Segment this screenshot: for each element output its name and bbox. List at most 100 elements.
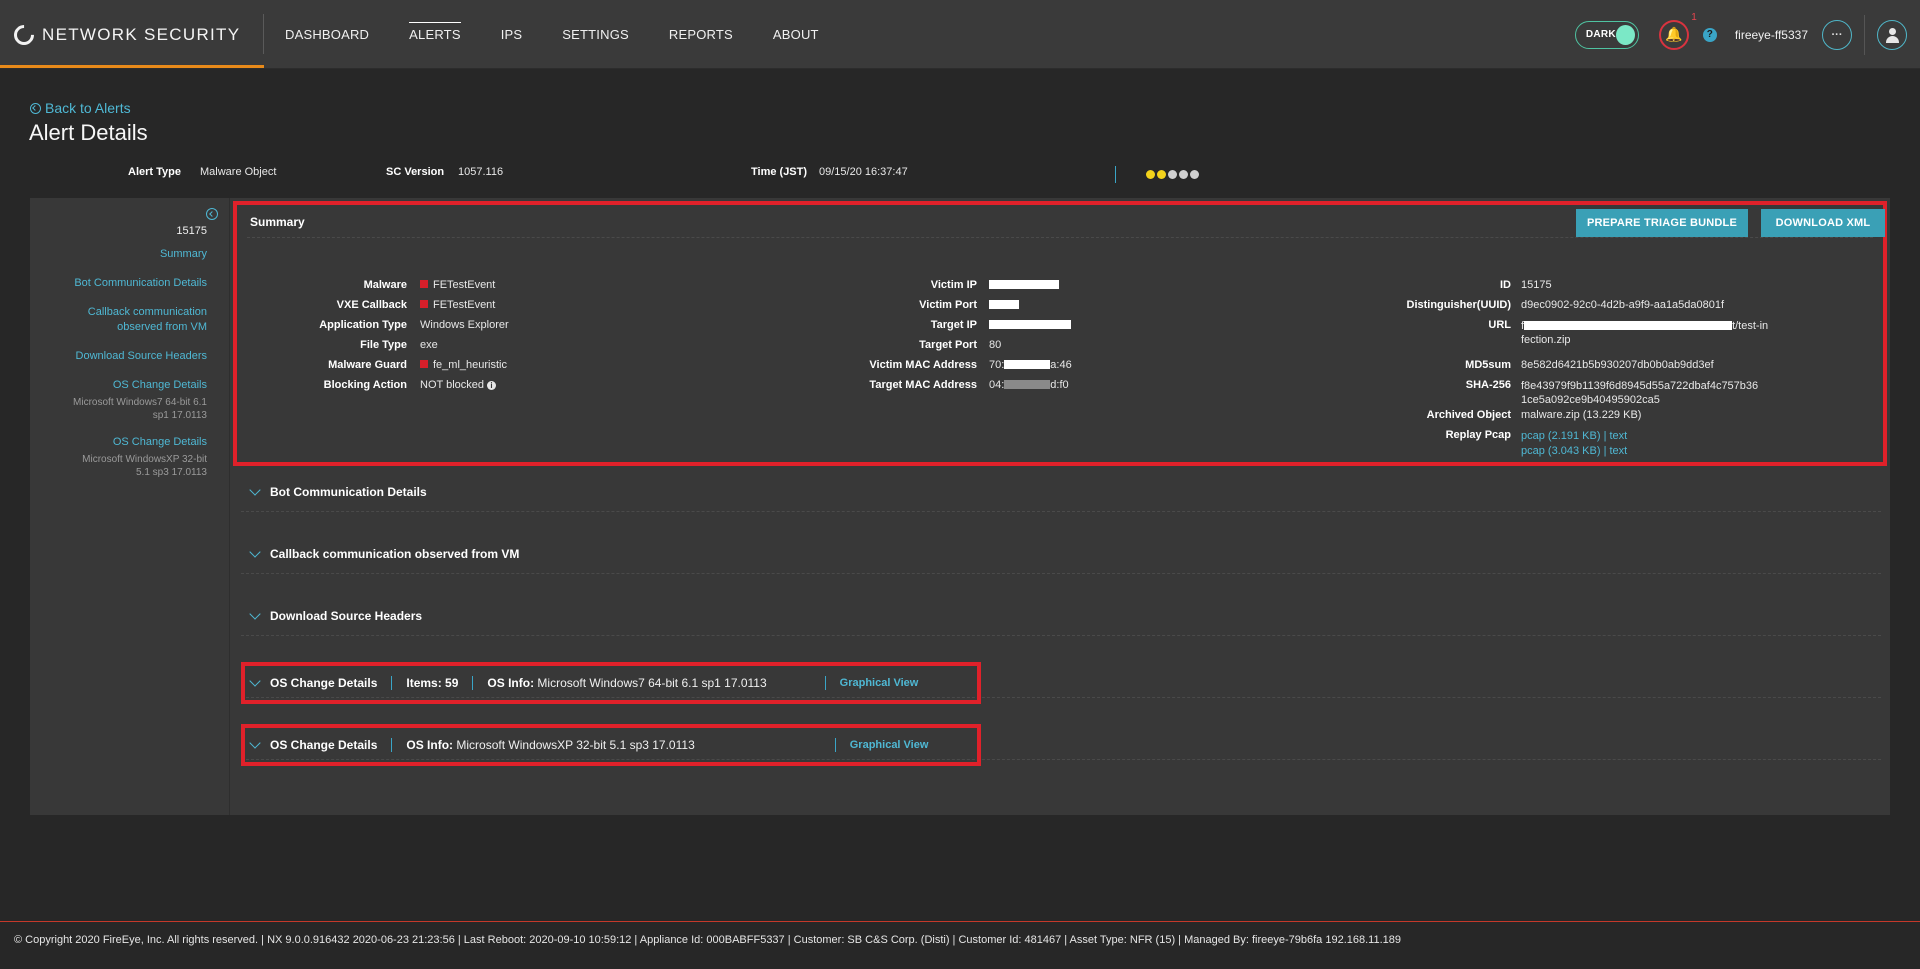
victim-ip-label: Victim IP	[930, 279, 977, 291]
more-options-button[interactable]: ···	[1822, 19, 1852, 50]
victim-mac-value: 70: a:46	[989, 359, 1072, 371]
md5-label: MD5sum	[1465, 359, 1511, 371]
file-type-label: File Type	[360, 339, 407, 351]
summary-divider	[247, 237, 1873, 238]
dark-mode-label: DARK	[1585, 29, 1616, 40]
md5-value: 8e582d6421b5b930207db0b0ab9dd3ef	[1521, 359, 1714, 371]
sha256-line-2: 1ce5a092ce9b40495902ca5	[1521, 394, 1660, 406]
os-change-section-1[interactable]: OS Change Details Items: 59 OS Info: Mic…	[241, 662, 981, 704]
brand[interactable]: NETWORK SECURITY	[9, 20, 240, 50]
blocking-action-text: NOT blocked	[420, 379, 484, 391]
malware-guard-label: Malware Guard	[328, 359, 407, 371]
nav-ips[interactable]: IPS	[501, 0, 523, 69]
victim-port-value	[989, 299, 1019, 311]
id-value: 15175	[1521, 279, 1552, 291]
target-ip-label: Target IP	[930, 319, 977, 331]
severity-dot	[1157, 170, 1166, 179]
os-info: OS Info: Microsoft Windows7 64-bit 6.1 s…	[487, 676, 766, 690]
application-type-label: Application Type	[319, 319, 407, 331]
fireeye-logo-icon	[9, 20, 39, 50]
nav-about[interactable]: ABOUT	[773, 0, 819, 69]
blocking-action-label: Blocking Action	[323, 379, 407, 391]
redacted-block	[1004, 380, 1051, 389]
time-label: Time (JST)	[751, 166, 808, 178]
prepare-triage-bundle-button[interactable]: PREPARE TRIAGE BUNDLE	[1576, 209, 1748, 237]
victim-ip-value	[989, 279, 1059, 291]
replay-pcap-value: pcap (2.191 KB) | text pcap (3.043 KB) |…	[1521, 429, 1627, 459]
nav-reports[interactable]: REPORTS	[669, 0, 733, 69]
top-navigation-bar: NETWORK SECURITY DASHBOARD ALERTS IPS SE…	[0, 0, 1920, 69]
alert-panel: 15175 Summary Bot Communication Details …	[30, 198, 1890, 815]
sha256-line-1: f8e43979f9b1139f6d8945d55a722dbaf4c757b3…	[1521, 380, 1759, 392]
malware-value: FETestEvent	[420, 279, 495, 291]
chevron-down-icon	[249, 675, 261, 687]
sidebar-item-callback-communication[interactable]: Callback communication observed from VM	[37, 305, 207, 335]
target-mac-label: Target MAC Address	[869, 379, 977, 391]
chevron-down-icon	[249, 737, 261, 749]
user-icon-body	[1885, 35, 1899, 43]
graphical-view-link[interactable]: Graphical View	[840, 677, 919, 689]
divider	[391, 676, 393, 690]
archived-object-link[interactable]: malware.zip (13.229 KB)	[1521, 409, 1641, 421]
nav-dashboard[interactable]: DASHBOARD	[285, 0, 369, 69]
info-icon[interactable]: i	[487, 381, 496, 390]
malware-label: Malware	[363, 279, 407, 291]
pcap-1-link[interactable]: pcap (2.191 KB)	[1521, 430, 1601, 442]
pcap-2-link[interactable]: pcap (3.043 KB)	[1521, 445, 1601, 457]
victim-mac-label: Victim MAC Address	[869, 359, 977, 371]
redacted-block	[989, 280, 1059, 289]
bell-icon[interactable]: 🔔	[1658, 19, 1689, 50]
footer-info: © Copyright 2020 FireEye, Inc. All right…	[14, 934, 1401, 946]
back-to-alerts-link[interactable]: Back to Alerts	[30, 100, 131, 116]
sidebar-os-info-2: Microsoft WindowsXP 32-bit 5.1 sp3 17.01…	[82, 454, 207, 478]
pcap-1-text-link[interactable]: text	[1609, 430, 1627, 442]
severity-dot	[1179, 170, 1188, 179]
nav-alerts[interactable]: ALERTS	[409, 0, 461, 69]
alert-type-value: Malware Object	[200, 166, 277, 178]
brand-accent-bar	[0, 65, 264, 68]
graphical-view-link[interactable]: Graphical View	[850, 739, 929, 751]
time-value: 09/15/20 16:37:47	[819, 166, 908, 178]
help-icon[interactable]: ?	[1702, 27, 1717, 42]
notifications[interactable]: 🔔 1	[1658, 12, 1697, 50]
malware-name: FETestEvent	[433, 279, 496, 291]
username[interactable]: fireeye-ff5337	[1735, 28, 1808, 42]
download-source-headers-section[interactable]: Download Source Headers	[241, 596, 1881, 636]
notification-count: 1	[1691, 11, 1697, 23]
collapse-sidebar-icon[interactable]	[206, 208, 218, 220]
url-line-2: fection.zip	[1521, 334, 1571, 346]
user-icon	[1888, 27, 1896, 35]
back-arrow-icon	[30, 102, 41, 114]
sidebar-item-os-change-1[interactable]: OS Change Details	[37, 378, 207, 393]
severity-dot	[1168, 170, 1177, 179]
dark-mode-toggle[interactable]: DARK	[1574, 20, 1639, 49]
os-info-label: OS Info:	[406, 738, 454, 752]
sidebar-item-download-source-headers[interactable]: Download Source Headers	[37, 349, 207, 364]
items-label: Items: 59	[406, 676, 459, 690]
vxe-flag-icon	[420, 300, 428, 308]
sc-version-label: SC Version	[386, 166, 445, 178]
url-label: URL	[1488, 319, 1511, 331]
chevron-down-icon	[249, 483, 261, 496]
download-xml-button[interactable]: DOWNLOAD XML	[1761, 209, 1885, 237]
os-info: OS Info: Microsoft WindowsXP 32-bit 5.1 …	[406, 738, 694, 752]
url-suffix: t/test-in	[1732, 320, 1769, 332]
nav-divider	[263, 14, 264, 54]
malware-flag-icon	[420, 280, 428, 288]
pcap-2-text-link[interactable]: text	[1609, 445, 1627, 457]
os-change-title: OS Change Details	[270, 738, 378, 752]
bot-communication-section[interactable]: Bot Communication Details	[241, 472, 1881, 512]
malware-guard-flag-icon	[420, 360, 428, 368]
os-change-title: OS Change Details	[270, 676, 378, 690]
sidebar-item-bot-communication[interactable]: Bot Communication Details	[37, 276, 207, 291]
application-type-value: Windows Explorer	[420, 319, 509, 331]
blocking-action-value: NOT blocked i	[420, 379, 496, 391]
sidebar-item-os-change-2[interactable]: OS Change Details	[37, 435, 207, 450]
nav-settings[interactable]: SETTINGS	[562, 0, 629, 69]
id-label: ID	[1500, 279, 1511, 291]
callback-communication-section[interactable]: Callback communication observed from VM	[241, 534, 1881, 574]
section-title: Callback communication observed from VM	[270, 546, 520, 561]
os-change-section-2[interactable]: OS Change Details OS Info: Microsoft Win…	[241, 724, 981, 766]
sidebar-item-summary[interactable]: Summary	[37, 247, 207, 262]
user-profile-button[interactable]	[1877, 19, 1907, 50]
